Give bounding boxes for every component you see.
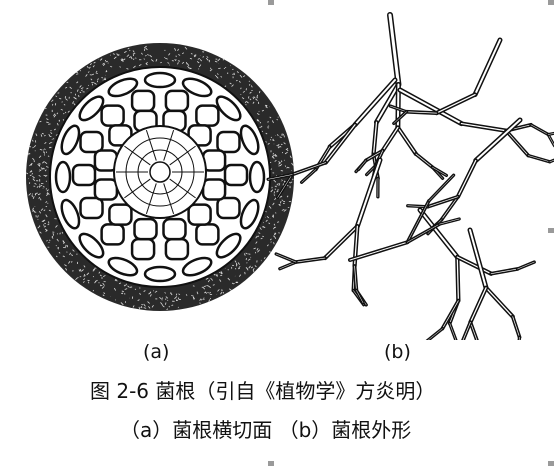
figure-caption-subtitle: （a）菌根横切面 （b）菌根外形: [120, 418, 412, 442]
page-marker: [268, 461, 274, 466]
cross-section-illustration: [26, 43, 294, 311]
label-a: (a): [143, 341, 170, 363]
page-marker: [268, 0, 274, 5]
figure-caption-title: 图 2-6 菌根（引自《植物学》方炎明）: [90, 379, 436, 403]
mycorrhiza-figure: [26, 12, 554, 340]
label-b: (b): [384, 341, 411, 363]
mycorrhiza-external-illustration: [266, 12, 554, 340]
page-marker: [548, 461, 554, 466]
page-marker: [548, 228, 554, 233]
page-marker: [548, 0, 554, 5]
